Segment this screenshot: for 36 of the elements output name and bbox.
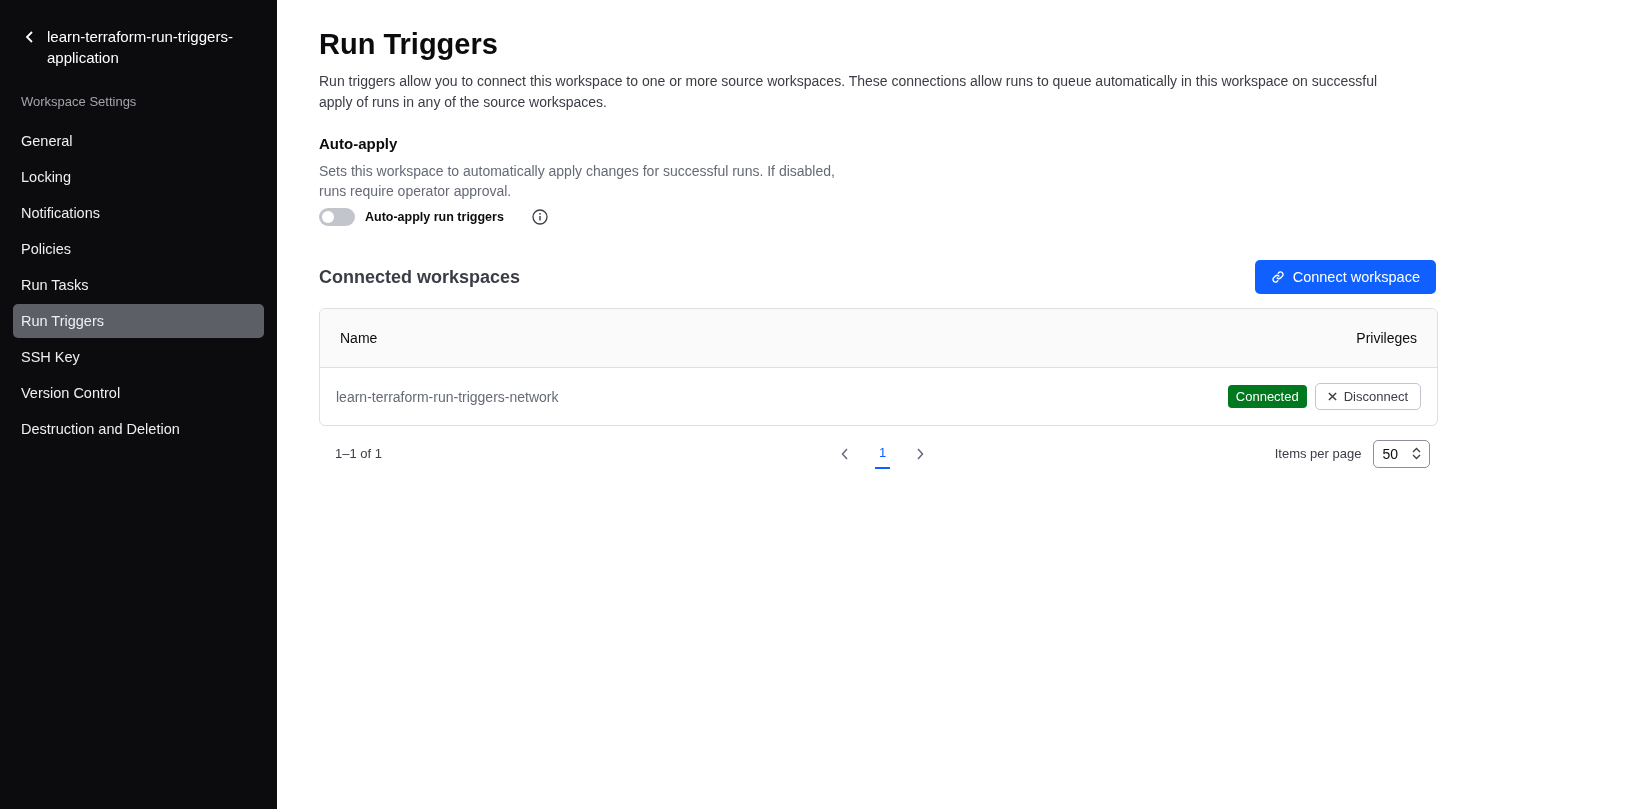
nav-item[interactable]: Run Tasks xyxy=(13,268,264,302)
nav-item[interactable]: Locking xyxy=(13,160,264,194)
nav-item[interactable]: SSH Key xyxy=(13,340,264,374)
nav-item[interactable]: Destruction and Deletion xyxy=(13,412,264,446)
nav-item[interactable]: Policies xyxy=(13,232,264,266)
section-title: Auto-apply xyxy=(319,135,399,152)
status-badge: Connected xyxy=(1227,385,1307,408)
nav-item[interactable]: Version Control xyxy=(13,376,264,410)
back-link[interactable]: learn-terraform-run-triggers-application xyxy=(13,26,264,68)
link-icon xyxy=(1270,270,1285,284)
toggle-label: Auto-apply run triggers xyxy=(365,210,504,224)
sort-icon xyxy=(1412,447,1421,460)
page-title: Run Triggers xyxy=(319,28,499,61)
section-heading: Workspace Settings xyxy=(21,94,138,109)
column-header: Privileges xyxy=(1356,330,1417,346)
chevron-right-icon[interactable] xyxy=(916,447,925,460)
close-icon xyxy=(1327,392,1337,401)
nav-item[interactable]: Notifications xyxy=(13,196,264,230)
section-description: Sets this workspace to automatically apply changes for successful runs. If disabled, runs require operator approval. xyxy=(319,162,836,201)
items-per-page-label: Items per page xyxy=(1274,446,1362,461)
toggle-switch[interactable] xyxy=(319,208,355,226)
column-header: Name xyxy=(340,330,378,346)
chevron-left-icon xyxy=(25,31,35,43)
page-link[interactable]: 1 xyxy=(874,438,891,469)
nav-item[interactable]: General xyxy=(13,124,264,158)
workspace-name: learn-terraform-run-triggers-application xyxy=(47,27,234,68)
section-title: Connected workspaces xyxy=(319,266,521,288)
workspace-name: learn-terraform-run-triggers-network xyxy=(336,388,559,405)
chevron-left-icon[interactable] xyxy=(840,447,849,460)
connect-workspace-button[interactable]: Connect workspace xyxy=(1254,260,1436,294)
page-description: Run triggers allow you to connect this workspace to one or more source workspaces. These connections allow runs to queue automatically in this workspace on successful apply of runs in any of the source workspaces. xyxy=(319,72,1379,112)
per-page-select[interactable]: 50 xyxy=(1373,439,1430,468)
disconnect-button[interactable]: Disconnect xyxy=(1314,383,1421,410)
info-icon[interactable] xyxy=(531,209,548,225)
nav-item[interactable]: Run Triggers xyxy=(13,304,264,338)
pagination-range: 1–1 of 1 xyxy=(335,446,383,461)
